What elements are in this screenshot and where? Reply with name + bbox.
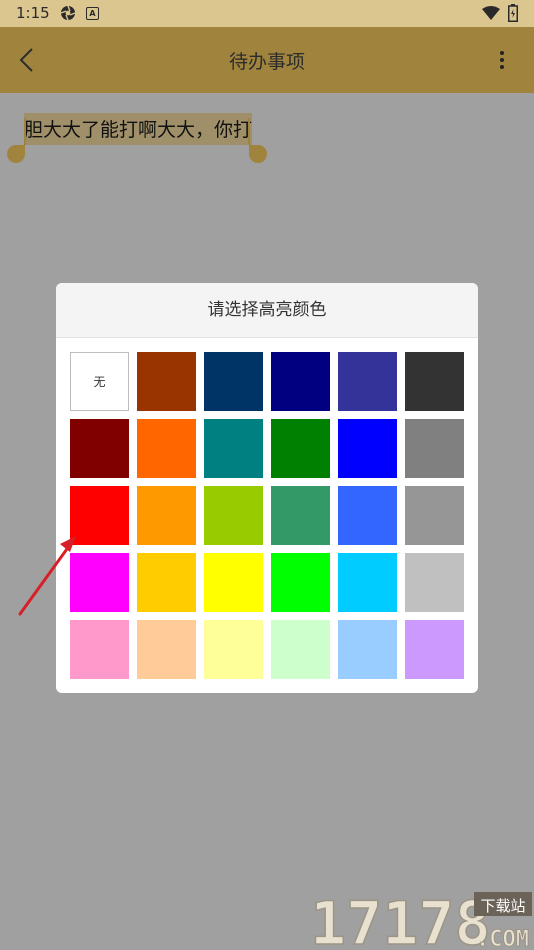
more-options-button[interactable] xyxy=(488,45,516,75)
status-bar: 1:15 A xyxy=(0,0,534,27)
color-swatch[interactable] xyxy=(338,553,397,612)
dialog-title: 请选择高亮颜色 xyxy=(56,283,478,338)
status-time: 1:15 xyxy=(16,4,50,22)
accessibility-badge-icon: A xyxy=(86,7,99,20)
color-swatch[interactable] xyxy=(338,620,397,679)
selection-start-handle[interactable] xyxy=(7,145,25,163)
annotation-arrow-icon xyxy=(18,536,76,616)
color-swatch[interactable] xyxy=(405,620,464,679)
selection-end-bar xyxy=(248,118,250,145)
color-swatch-none[interactable]: 无 xyxy=(70,352,129,411)
color-swatch[interactable] xyxy=(204,486,263,545)
color-swatch[interactable] xyxy=(405,419,464,478)
color-swatch[interactable] xyxy=(271,352,330,411)
color-swatch[interactable] xyxy=(405,352,464,411)
color-swatch[interactable] xyxy=(137,553,196,612)
aperture-icon xyxy=(60,5,76,21)
color-swatch[interactable] xyxy=(137,486,196,545)
selection-start-bar xyxy=(24,118,26,145)
wifi-icon xyxy=(482,6,500,20)
app-bar: 待办事项 xyxy=(0,27,534,93)
color-swatch[interactable] xyxy=(70,419,129,478)
color-swatch[interactable] xyxy=(338,486,397,545)
color-swatch[interactable] xyxy=(137,419,196,478)
page-title: 待办事项 xyxy=(228,51,305,73)
color-swatch[interactable] xyxy=(204,419,263,478)
color-swatch[interactable] xyxy=(271,553,330,612)
note-text-selected[interactable]: 胆大大了能打啊大大，你打 xyxy=(24,113,253,145)
watermark-logo: 17178 下载站 .COM xyxy=(310,888,532,950)
color-swatch[interactable] xyxy=(338,352,397,411)
color-swatch[interactable] xyxy=(204,352,263,411)
battery-icon xyxy=(508,4,518,22)
watermark-domain: .COM xyxy=(476,927,529,950)
color-swatch[interactable] xyxy=(271,486,330,545)
color-swatch[interactable] xyxy=(70,620,129,679)
color-swatch[interactable] xyxy=(204,553,263,612)
color-swatch[interactable] xyxy=(204,620,263,679)
watermark-number: 17178 xyxy=(310,889,491,950)
color-swatch[interactable] xyxy=(137,352,196,411)
highlight-color-dialog: 请选择高亮颜色 无 xyxy=(56,283,478,693)
selection-end-handle[interactable] xyxy=(249,145,267,163)
color-swatch[interactable] xyxy=(405,553,464,612)
color-swatch[interactable] xyxy=(137,620,196,679)
color-swatch[interactable] xyxy=(271,620,330,679)
color-swatch[interactable] xyxy=(405,486,464,545)
watermark-tag: 下载站 xyxy=(480,897,525,915)
color-swatch[interactable] xyxy=(271,419,330,478)
color-swatch[interactable] xyxy=(338,419,397,478)
